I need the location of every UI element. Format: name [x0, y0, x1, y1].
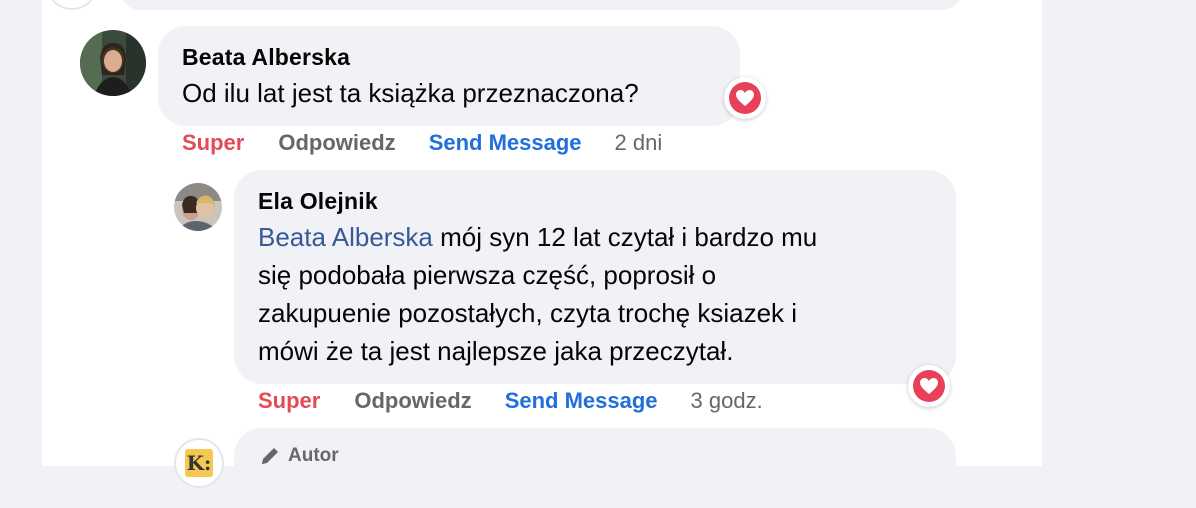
page-logo: K: [185, 449, 213, 477]
comment-author[interactable]: Ela Olejnik [258, 188, 378, 215]
reaction-badge[interactable] [724, 77, 766, 119]
send-message-button[interactable]: Send Message [505, 388, 658, 414]
comment-text-line: się podobała pierwsza część, poprosił o [258, 260, 717, 290]
react-button[interactable]: Super [258, 388, 320, 414]
comment-text: Beata Alberska mój syn 12 lat czytał i b… [258, 218, 948, 370]
comment-actions: Super Odpowiedz Send Message 2 dni [182, 130, 662, 156]
comment-actions: Super Odpowiedz Send Message 3 godz. [258, 388, 763, 414]
previous-comment-bubble [120, 0, 962, 10]
comment-text: Od ilu lat jest ta książka przeznaczona? [182, 78, 639, 108]
heart-icon [920, 378, 938, 394]
reply-button[interactable]: Odpowiedz [278, 130, 395, 156]
react-button[interactable]: Super [182, 130, 244, 156]
avatar[interactable] [80, 30, 146, 96]
author-badge: Autor [258, 444, 339, 468]
page-avatar[interactable]: K: [174, 438, 224, 488]
send-message-button[interactable]: Send Message [429, 130, 582, 156]
comment-text-line: mój syn 12 lat czytał i bardzo mu [432, 222, 818, 252]
reaction-badge[interactable] [908, 365, 950, 407]
author-badge-label: Autor [288, 445, 339, 466]
timestamp[interactable]: 2 dni [615, 130, 663, 156]
reply-bubble [234, 428, 956, 508]
heart-icon [736, 90, 754, 106]
comment-author[interactable]: Beata Alberska [182, 44, 350, 71]
avatar[interactable] [174, 183, 222, 231]
mention-link[interactable]: Beata Alberska [258, 222, 433, 252]
comment-text-line: zakupuenie pozostałych, czyta trochę ksi… [258, 298, 798, 328]
pencil-icon [262, 448, 278, 464]
comment-text-line: mówi że ta jest najlepsze jaka przeczyta… [258, 336, 734, 366]
timestamp[interactable]: 3 godz. [691, 388, 763, 414]
reply-button[interactable]: Odpowiedz [354, 388, 471, 414]
